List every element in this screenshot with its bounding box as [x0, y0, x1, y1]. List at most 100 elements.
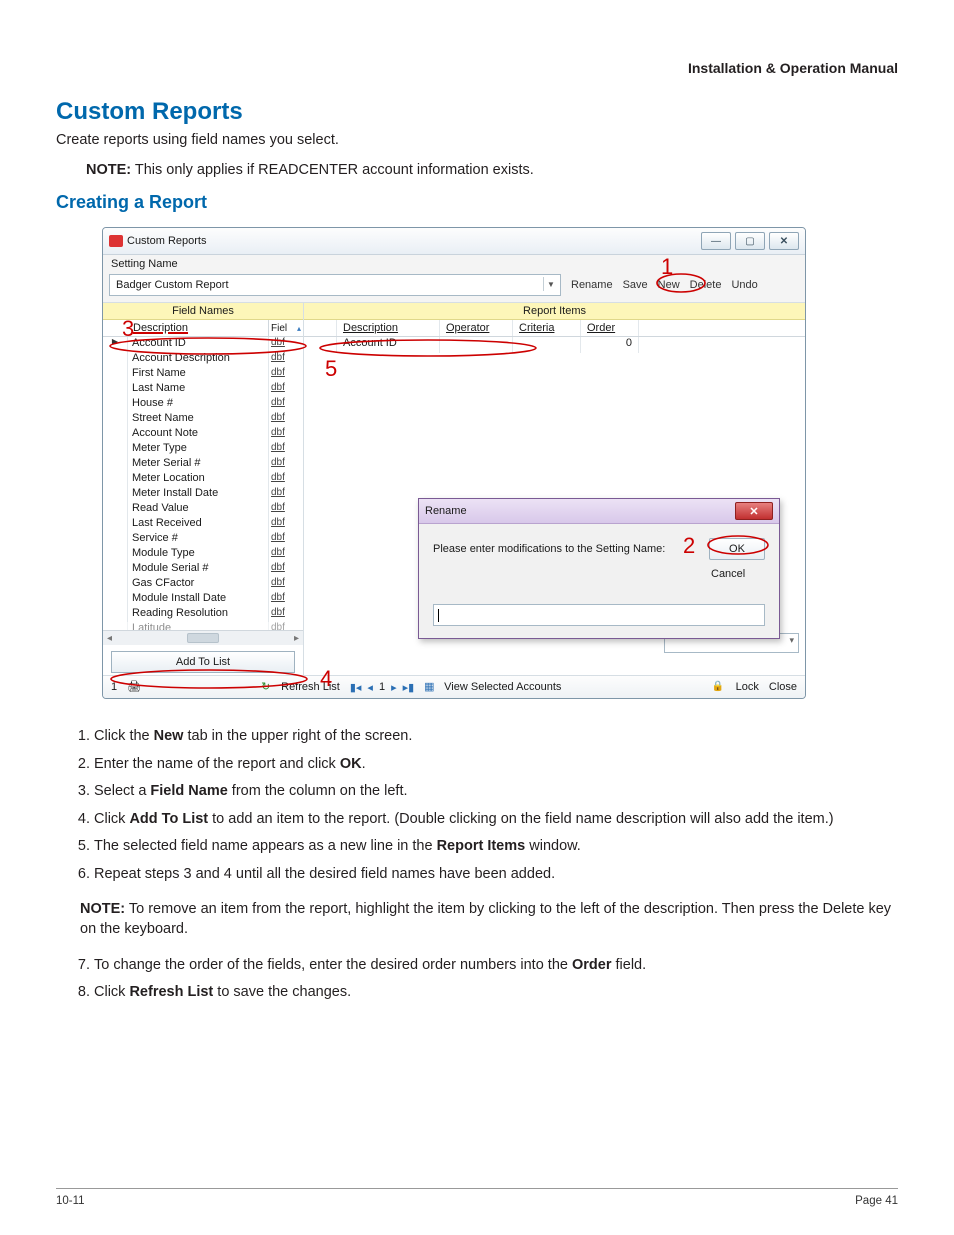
window-titlebar[interactable]: Custom Reports — ▢ ✕ — [103, 228, 805, 255]
field-name-row[interactable]: Meter Install Datedbf — [103, 487, 303, 502]
undo-button[interactable]: Undo — [731, 279, 757, 291]
instruction-list-2: To change the order of the fields, enter… — [70, 956, 898, 1003]
report-item-row[interactable]: Account ID 0 — [304, 337, 805, 353]
window-title: Custom Reports — [127, 235, 701, 247]
lock-button[interactable]: Lock — [736, 681, 759, 693]
instruction-step: Enter the name of the report and click O… — [94, 755, 898, 775]
instruction-step: The selected field name appears as a new… — [94, 837, 898, 857]
field-name-row[interactable]: Read Valuedbf — [103, 502, 303, 517]
field-name-row[interactable]: Service #dbf — [103, 532, 303, 547]
screenshot-figure: Custom Reports — ▢ ✕ Setting Name Badger… — [102, 227, 804, 699]
field-name-row[interactable]: Street Namedbf — [103, 412, 303, 427]
page-footer: 10-11 Page 41 — [56, 1188, 898, 1207]
subsection-title: Creating a Report — [56, 192, 898, 213]
field-name-row[interactable]: Module Serial #dbf — [103, 562, 303, 577]
note-label: NOTE: — [86, 162, 131, 178]
dialog-name-input[interactable] — [433, 604, 765, 626]
minimize-button[interactable]: — — [701, 232, 731, 250]
field-name-row[interactable]: Gas CFactordbf — [103, 577, 303, 592]
field-name-row[interactable]: Last Receiveddbf — [103, 517, 303, 532]
dialog-title: Rename — [425, 505, 467, 517]
status-page-number: 1 — [111, 681, 117, 693]
setting-name-value: Badger Custom Report — [116, 279, 229, 291]
description-column-header[interactable]: Description — [103, 320, 269, 336]
field-name-row[interactable]: ▶Account IDdbf — [103, 337, 303, 352]
field-name-row[interactable]: Account Descriptiondbf — [103, 352, 303, 367]
field-name-row[interactable]: Last Namedbf — [103, 382, 303, 397]
custom-reports-window: Custom Reports — ▢ ✕ Setting Name Badger… — [102, 227, 806, 699]
field-name-row[interactable]: Module Typedbf — [103, 547, 303, 562]
ri-order-col[interactable]: Order — [581, 320, 639, 336]
toolbar: Badger Custom Report ▼ Rename Save New D… — [103, 270, 805, 302]
nav-next-icon[interactable]: ▸ — [391, 681, 397, 694]
ri-criteria-col[interactable]: Criteria — [513, 320, 581, 336]
view-selected-button[interactable]: View Selected Accounts — [444, 681, 561, 693]
nav-last-icon[interactable]: ▸▮ — [403, 681, 415, 694]
ri-description-col[interactable]: Description — [337, 320, 440, 336]
maximize-button[interactable]: ▢ — [735, 232, 765, 250]
intro-text: Create reports using field names you sel… — [56, 132, 898, 148]
refresh-icon[interactable] — [261, 680, 275, 694]
report-items-heading: Report Items — [304, 303, 805, 320]
field-name-row[interactable]: Meter Locationdbf — [103, 472, 303, 487]
note-text: This only applies if READCENTER account … — [131, 162, 534, 178]
ri-row-criteria[interactable] — [513, 337, 581, 353]
setting-name-label: Setting Name — [103, 255, 805, 270]
field-name-row[interactable]: Latitudedbf — [103, 622, 303, 630]
field-names-panel: Field Names Description Fiel▴ ▶Account I… — [103, 303, 304, 675]
fieldtype-column-header[interactable]: Fiel▴ — [269, 320, 303, 336]
note-block: NOTE: This only applies if READCENTER ac… — [86, 162, 898, 178]
save-button[interactable]: Save — [623, 279, 648, 291]
rename-button[interactable]: Rename — [571, 279, 613, 291]
nav-prev-icon[interactable]: ◂ — [367, 681, 373, 694]
ri-row-operator[interactable] — [440, 337, 513, 353]
instruction-step: Repeat steps 3 and 4 until all the desir… — [94, 865, 898, 885]
field-name-row[interactable]: House #dbf — [103, 397, 303, 412]
dialog-prompt: Please enter modifications to the Settin… — [433, 543, 665, 555]
setting-name-combo[interactable]: Badger Custom Report ▼ — [109, 274, 561, 296]
nav-page: 1 — [379, 681, 385, 693]
dialog-cancel-button[interactable]: Cancel — [711, 568, 765, 580]
footer-date: 10-11 — [56, 1195, 85, 1207]
field-name-row[interactable]: Module Install Datedbf — [103, 592, 303, 607]
field-names-heading: Field Names — [103, 303, 303, 320]
refresh-list-button[interactable]: Refresh List — [281, 681, 340, 693]
view-icon[interactable] — [424, 680, 438, 694]
note-remove-item: NOTE: To remove an item from the report,… — [80, 900, 898, 939]
app-icon — [109, 235, 123, 247]
lock-icon[interactable] — [712, 680, 726, 694]
instruction-step: Select a Field Name from the column on t… — [94, 782, 898, 802]
dialog-ok-button[interactable]: OK — [709, 538, 765, 560]
add-to-list-button[interactable]: Add To List — [111, 651, 295, 673]
field-names-list[interactable]: ▶Account IDdbfAccount DescriptiondbfFirs… — [103, 337, 303, 630]
manual-header: Installation & Operation Manual — [56, 60, 898, 76]
nav-first-icon[interactable]: ▮◂ — [350, 681, 362, 694]
section-title: Custom Reports — [56, 98, 898, 126]
printer-icon[interactable]: 🖨 — [127, 680, 141, 694]
dropdown-icon[interactable]: ▼ — [543, 277, 558, 291]
status-bar: 1 🖨 Refresh List ▮◂ ◂ 1 ▸ ▸▮ View Select… — [103, 675, 805, 698]
field-name-row[interactable]: Meter Typedbf — [103, 442, 303, 457]
field-name-row[interactable]: Account Notedbf — [103, 427, 303, 442]
sort-asc-icon: ▴ — [297, 324, 301, 333]
horizontal-scrollbar[interactable]: ◂ ▸ — [103, 630, 303, 645]
close-button[interactable]: Close — [769, 681, 797, 693]
instruction-list-1: Click the New tab in the upper right of … — [70, 727, 898, 884]
instruction-step: To change the order of the fields, enter… — [94, 956, 898, 976]
report-items-header-row: Description Operator Criteria Order — [304, 320, 805, 337]
ri-row-description: Account ID — [337, 337, 440, 353]
delete-button[interactable]: Delete — [690, 279, 722, 291]
ri-row-order[interactable]: 0 — [581, 337, 639, 353]
dialog-titlebar[interactable]: Rename ✕ — [419, 499, 779, 524]
ri-operator-col[interactable]: Operator — [440, 320, 513, 336]
new-button[interactable]: New — [658, 279, 680, 291]
instruction-step: Click Add To List to add an item to the … — [94, 810, 898, 830]
field-name-row[interactable]: First Namedbf — [103, 367, 303, 382]
window-close-button[interactable]: ✕ — [769, 232, 799, 250]
rename-dialog: Rename ✕ Please enter modifications to t… — [418, 498, 780, 639]
dialog-close-button[interactable]: ✕ — [735, 502, 773, 520]
instruction-step: Click the New tab in the upper right of … — [94, 727, 898, 747]
instruction-step: Click Refresh List to save the changes. — [94, 983, 898, 1003]
field-name-row[interactable]: Reading Resolutiondbf — [103, 607, 303, 622]
field-name-row[interactable]: Meter Serial #dbf — [103, 457, 303, 472]
